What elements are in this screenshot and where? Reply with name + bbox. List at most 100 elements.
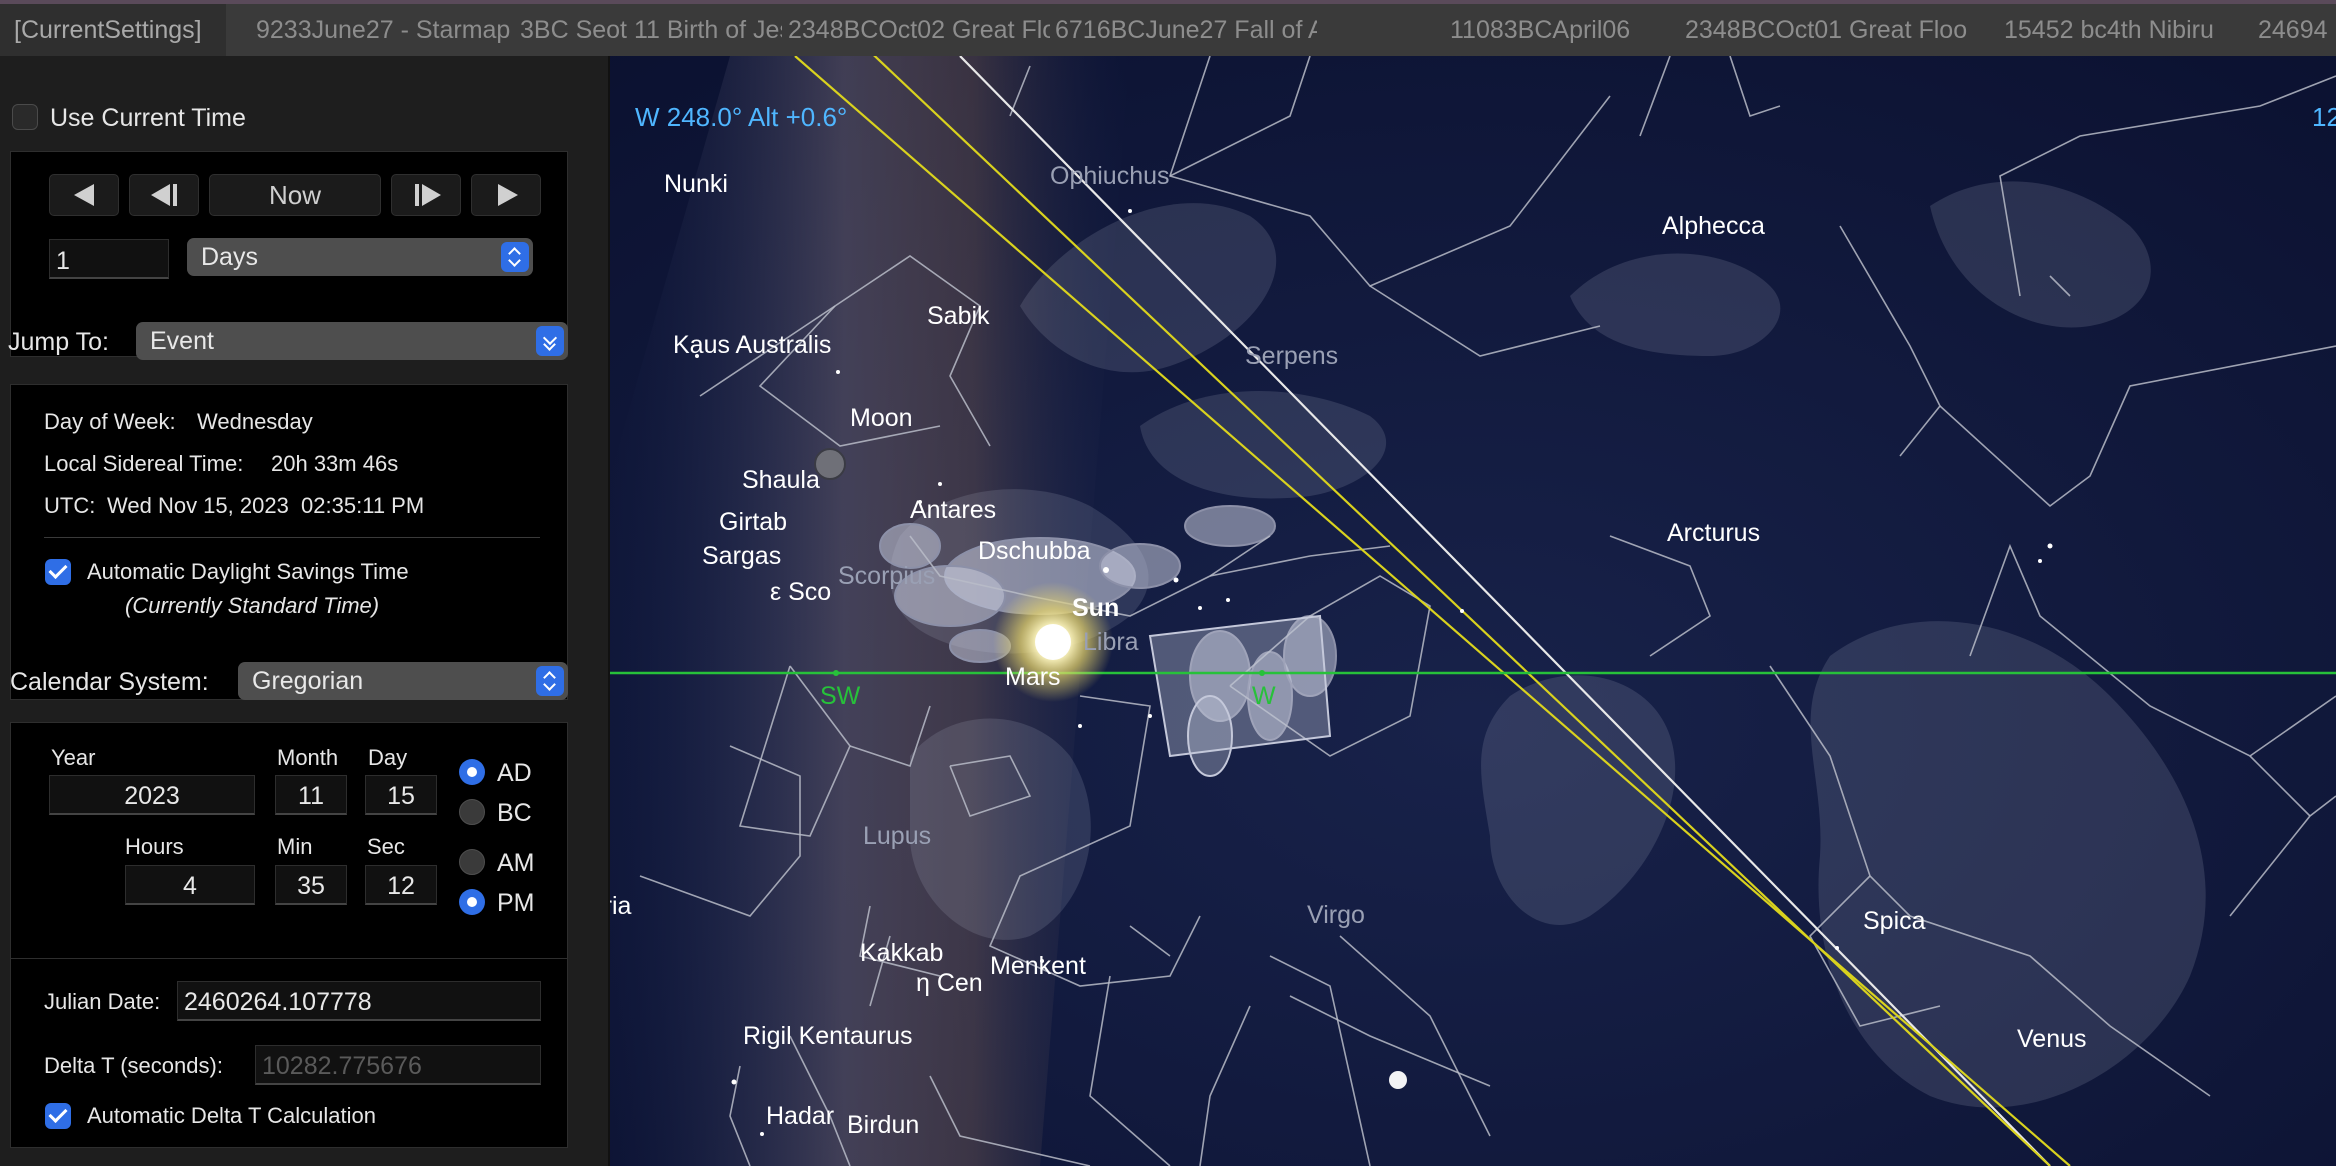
sec-field[interactable]: 12 [365, 865, 437, 905]
star-label-spica[interactable]: Spica [1863, 907, 1926, 935]
star-label-menkent[interactable]: Menkent [990, 952, 1086, 980]
step-unit-select[interactable]: Days [187, 238, 533, 276]
star-label-antares[interactable]: Antares [910, 496, 996, 524]
now-button[interactable]: Now [209, 174, 381, 216]
jump-to-value: Event [150, 327, 214, 355]
star-label-hadar[interactable]: Hadar [766, 1102, 834, 1130]
step-amount-input[interactable]: 1 [49, 239, 169, 279]
tab-nibiru[interactable]: 15452 bc4th Nibiru [2004, 4, 2244, 56]
star-label-shaula[interactable]: Shaula [742, 466, 820, 494]
star-label-arcturus[interactable]: Arcturus [1667, 519, 1760, 547]
step-back-button[interactable] [49, 174, 119, 216]
calendar-system-select[interactable]: Gregorian [238, 662, 568, 700]
star-label-kaus-australis[interactable]: Kaus Australis [673, 331, 831, 359]
sidereal-time-value: 20h 33m 46s [271, 451, 399, 476]
tab-starmap[interactable]: 9233June27 - Starmap a [256, 4, 518, 56]
tab-fall-of-atlantis[interactable]: 6716BCJune27 Fall of Atl [1055, 4, 1317, 56]
step-reverse-icon [151, 184, 177, 206]
hours-field[interactable]: 4 [125, 865, 255, 905]
time-info-box: Day of Week: Wednesday Local Sidereal Ti… [10, 384, 568, 700]
tab-great-flood-oct02[interactable]: 2348BCOct02 Great Floo [788, 4, 1050, 56]
planet-label-venus[interactable]: Venus [2017, 1025, 2087, 1053]
ad-radio[interactable] [459, 759, 485, 785]
frame-forward-button[interactable] [391, 174, 461, 216]
bc-label: BC [497, 799, 532, 827]
star-label-birdun[interactable]: Birdun [847, 1111, 919, 1139]
sky-chart-view[interactable]: Nunki Alphecca Sabik Kaus Australis Moon… [610, 56, 2336, 1166]
star-label-atria[interactable]: Atria [610, 892, 632, 920]
sidereal-time-label: Local Sidereal Time: [44, 451, 244, 476]
constellation-label-serpens[interactable]: Serpens [1245, 342, 1338, 370]
star-label-alphecca[interactable]: Alphecca [1662, 212, 1765, 240]
star-label-kakkab[interactable]: Kakkab [860, 939, 943, 967]
corner-readout: 12 [2312, 102, 2336, 132]
delta-t-field[interactable]: 10282.775676 [255, 1045, 541, 1085]
jump-to-label: Jump To: [8, 328, 109, 356]
day-of-week-value: Wednesday [197, 409, 313, 434]
am-radio[interactable] [459, 849, 485, 875]
stepper-arrows-icon [501, 242, 529, 272]
planet-label-sun[interactable]: Sun [1072, 594, 1119, 622]
constellation-label-libra[interactable]: Libra [1083, 628, 1139, 656]
star-label-rigil-kentaurus[interactable]: Rigil Kentaurus [743, 1022, 913, 1050]
tab-birth-of-jesus[interactable]: 3BC Seot 11 Birth of Jesu [520, 4, 782, 56]
tab-great-flood-oct01[interactable]: 2348BCOct01 Great Floo [1685, 4, 1970, 56]
month-field[interactable]: 11 [275, 775, 347, 815]
venus-disc[interactable] [1389, 1071, 1407, 1089]
direction-label-sw: SW [820, 682, 861, 710]
stepper-arrows-icon [536, 666, 564, 696]
dst-status-note: (Currently Standard Time) [125, 593, 380, 618]
day-label: Day [368, 745, 408, 770]
info-divider [44, 537, 540, 538]
planet-label-moon[interactable]: Moon [850, 404, 913, 432]
star-label-sabik[interactable]: Sabik [927, 302, 990, 330]
date-time-box: Year Month Day 2023 11 15 Hours Min Sec … [10, 722, 568, 988]
am-label: AM [497, 849, 535, 877]
auto-dst-checkbox[interactable] [45, 559, 71, 585]
julian-date-field[interactable]: 2460264.107778 [177, 981, 541, 1021]
constellation-label-virgo[interactable]: Virgo [1307, 901, 1365, 929]
tab-11083bc[interactable]: 11083BCApril06 [1450, 4, 1710, 56]
ad-label: AD [497, 759, 532, 787]
auto-delta-t-checkbox[interactable] [45, 1103, 71, 1129]
star-label-eps-sco[interactable]: ε Sco [770, 578, 831, 606]
sky-chart-canvas[interactable]: Nunki Alphecca Sabik Kaus Australis Moon… [610, 56, 2336, 1166]
step-forward-icon [415, 184, 441, 206]
tab-current-settings[interactable]: [CurrentSettings] [0, 4, 226, 56]
constellation-label-ophiuchus[interactable]: Ophiuchus [1050, 162, 1170, 190]
star-label-nunki[interactable]: Nunki [664, 170, 728, 198]
constellation-label-scorpius[interactable]: Scorpius [838, 562, 935, 590]
year-field[interactable]: 2023 [49, 775, 255, 815]
play-reverse-icon [74, 184, 94, 206]
hours-label: Hours [125, 834, 184, 859]
document-tab-bar: [CurrentSettings] 9233June27 - Starmap a… [0, 0, 2336, 56]
min-label: Min [277, 834, 313, 859]
frame-back-button[interactable] [129, 174, 199, 216]
planet-label-mars[interactable]: Mars [1005, 663, 1061, 691]
step-forward-button[interactable] [471, 174, 541, 216]
use-current-time-checkbox[interactable] [12, 104, 38, 130]
direction-readout: W 248.0° Alt +0.6° [635, 102, 847, 132]
day-field[interactable]: 15 [365, 775, 437, 815]
star-label-dschubba[interactable]: Dschubba [978, 537, 1091, 565]
bc-radio[interactable] [459, 799, 485, 825]
julian-date-label: Julian Date: [44, 989, 161, 1014]
pm-radio[interactable] [459, 889, 485, 915]
jump-to-select[interactable]: Event [136, 322, 568, 360]
star-label-girtab[interactable]: Girtab [719, 508, 787, 536]
calendar-system-value: Gregorian [252, 667, 364, 695]
julian-date-box: Julian Date: 2460264.107778 Delta T (sec… [10, 958, 568, 1148]
tab-24694[interactable]: 24694 [2258, 4, 2336, 56]
step-unit-value: Days [201, 243, 258, 271]
constellation-label-lupus[interactable]: Lupus [863, 822, 931, 850]
utc-label: UTC: [44, 493, 96, 518]
w-marker [1259, 670, 1265, 676]
direction-label-w: W [1252, 682, 1276, 710]
auto-delta-t-label: Automatic Delta T Calculation [87, 1103, 376, 1128]
auto-dst-label: Automatic Daylight Savings Time [87, 559, 409, 584]
min-field[interactable]: 35 [275, 865, 347, 905]
month-label: Month [277, 745, 339, 770]
sun-disc[interactable] [1035, 624, 1071, 660]
star-label-sargas[interactable]: Sargas [702, 542, 781, 570]
star-label-eta-cen[interactable]: η Cen [916, 969, 983, 997]
